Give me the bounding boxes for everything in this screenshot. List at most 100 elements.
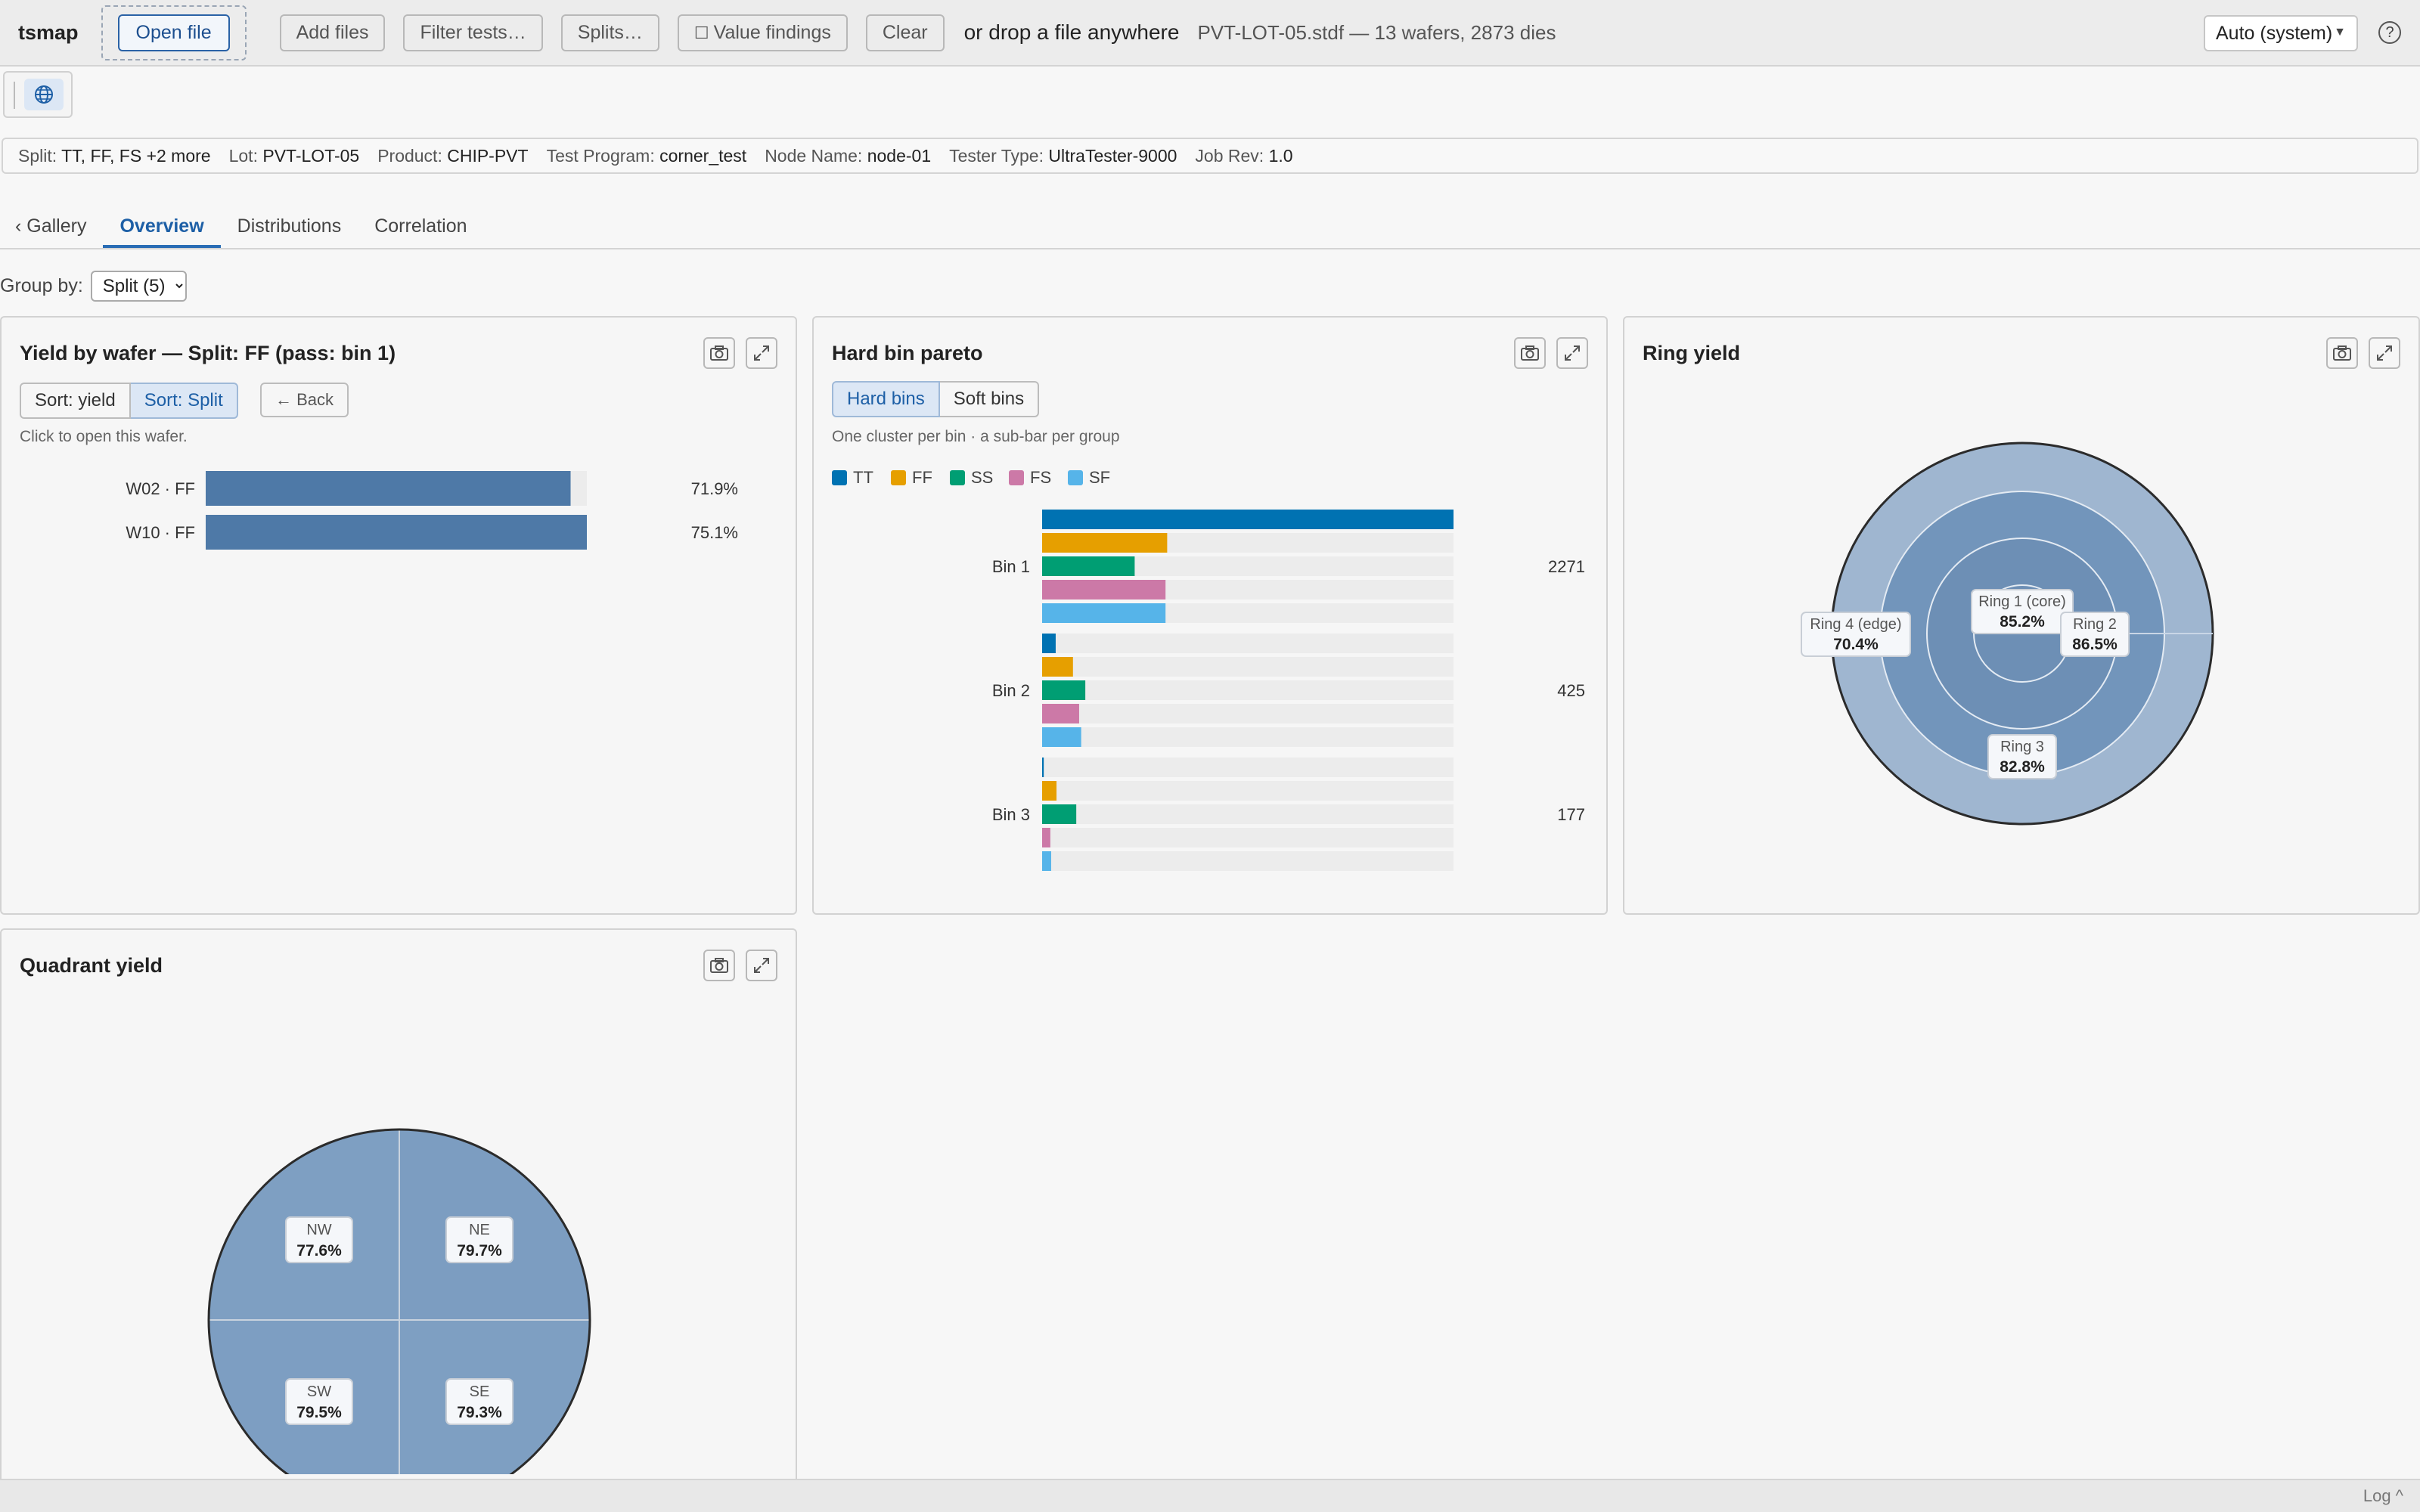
pareto-sub-bar: [1042, 851, 1051, 871]
ring-value-label: 85.2%: [2000, 613, 2045, 631]
panel-hint: Click to open this wafer.: [20, 428, 188, 445]
legend-label: SF: [1089, 468, 1110, 487]
wafer-yield-bar[interactable]: [206, 515, 587, 550]
view-strip: [3, 71, 73, 118]
bar-track: [1042, 634, 1454, 653]
soft-bins-button[interactable]: Soft bins: [939, 381, 1040, 417]
pareto-sub-bar: [1042, 634, 1056, 653]
meta-lot: Lot: PVT-LOT-05: [229, 146, 360, 166]
wafer-yield-bar[interactable]: [206, 471, 571, 506]
group-by-select[interactable]: Split (5): [90, 271, 187, 302]
bin-label: Bin 1: [992, 557, 1030, 576]
add-files-button[interactable]: Add files: [279, 14, 386, 51]
ring-value-label: 86.5%: [2072, 636, 2118, 653]
legend-swatch: [891, 470, 906, 485]
tab-distributions[interactable]: Distributions: [221, 215, 358, 248]
bar-track: [1042, 804, 1454, 824]
expand-icon[interactable]: [746, 337, 777, 369]
status-bar: Log ^: [0, 1479, 2420, 1512]
meta-value: 1.0: [1268, 145, 1293, 166]
log-toggle[interactable]: Log ^: [2363, 1486, 2403, 1506]
quadrant-value-label: 79.7%: [457, 1242, 502, 1259]
expand-icon[interactable]: [1556, 337, 1588, 369]
expand-icon[interactable]: [746, 950, 777, 981]
app-name: tsmap: [18, 20, 79, 44]
help-icon[interactable]: ?: [2378, 21, 2401, 44]
tab-correlation[interactable]: Correlation: [358, 215, 483, 248]
expand-icon[interactable]: [2369, 337, 2400, 369]
panel-title: Hard bin pareto: [832, 342, 983, 364]
ring-yield-panel: Ring yield Ring 1 (core) 85.2% Ring 2 86.5%…: [1623, 316, 2420, 915]
bin-label: Bin 2: [992, 681, 1030, 700]
hard-bin-pareto-panel: Hard bin pareto Hard bins Soft bins One …: [812, 316, 1608, 915]
camera-icon[interactable]: [1514, 337, 1546, 369]
bin-total-label: 2271: [1548, 557, 1585, 576]
hard-bin-pareto-chart: TT FF SS FS SF Bin 1 2271 Bin 2 425 Bin 3 177: [832, 468, 1585, 871]
meta-key: Tester Type:: [949, 145, 1044, 166]
pareto-sub-bar: [1042, 533, 1168, 553]
panel-tools: [1514, 337, 1588, 369]
quadrant-name-label: SW: [307, 1383, 331, 1400]
splits-button[interactable]: Splits…: [560, 14, 659, 51]
filter-tests-button[interactable]: Filter tests…: [403, 14, 543, 51]
bar-track: [1042, 758, 1454, 777]
wafer-label: W02 · FF: [126, 479, 195, 498]
panel-tools: [703, 950, 777, 981]
tab-gallery[interactable]: ‹ Gallery: [15, 215, 103, 248]
clear-button[interactable]: Clear: [865, 14, 945, 51]
ring-name-label: Ring 3: [2000, 739, 2044, 755]
panel-tools: [703, 337, 777, 369]
meta-key: Product:: [377, 145, 442, 166]
theme-select[interactable]: Auto (system) ▼: [2204, 15, 2358, 51]
value-findings-toggle[interactable]: ☐ Value findings: [677, 14, 848, 51]
panel-title: Quadrant yield: [20, 954, 163, 977]
open-file-button[interactable]: Open file: [117, 14, 230, 51]
legend-label: TT: [853, 468, 873, 487]
camera-icon[interactable]: [2326, 337, 2358, 369]
bin-total-label: 425: [1557, 681, 1585, 700]
bar-track: [1042, 680, 1454, 700]
quadrant-name-label: NW: [306, 1222, 331, 1238]
back-button[interactable]: ← Back: [260, 383, 349, 417]
pareto-sub-bar: [1042, 828, 1050, 847]
meta-value: corner_test: [659, 145, 747, 166]
group-by-label: Group by:: [0, 275, 83, 296]
meta-value: UltraTester-9000: [1048, 145, 1177, 166]
bar-track: [1042, 851, 1454, 871]
panel-title: Ring yield: [1643, 342, 1741, 364]
bin-label: Bin 3: [992, 805, 1030, 824]
legend-swatch: [1009, 470, 1024, 485]
yield-value-label: 75.1%: [691, 523, 738, 542]
quadrant-value-label: 77.6%: [296, 1242, 342, 1259]
file-info: PVT-LOT-05.stdf — 13 wafers, 2873 dies: [1197, 20, 1556, 44]
hard-bins-button[interactable]: Hard bins: [832, 381, 940, 417]
drop-hint: or drop a file anywhere: [963, 20, 1180, 44]
bar-track: [1042, 828, 1454, 847]
camera-icon[interactable]: [703, 950, 735, 981]
legend-swatch: [1068, 470, 1083, 485]
wafer-view-button[interactable]: [24, 79, 64, 110]
tab-overview[interactable]: Overview: [103, 215, 221, 248]
pareto-sub-bar: [1042, 657, 1073, 677]
sort-yield-button[interactable]: Sort: yield: [20, 383, 131, 419]
meta-key: Test Program:: [546, 145, 655, 166]
ring-name-label: Ring 4 (edge): [1810, 616, 1901, 633]
camera-icon[interactable]: [703, 337, 735, 369]
top-toolbar: tsmap Open file Add files Filter tests… …: [0, 0, 2420, 67]
meta-value: TT, FF, FS +2 more: [61, 145, 211, 166]
panel-tools: [2326, 337, 2400, 369]
bin-total-label: 177: [1557, 805, 1585, 824]
wafer-label: W10 · FF: [126, 523, 195, 542]
globe-icon: [35, 85, 53, 104]
open-file-zone: Open file: [101, 5, 247, 60]
legend-swatch: [950, 470, 965, 485]
ring-value-label: 82.8%: [2000, 758, 2045, 776]
bar-track: [1042, 727, 1454, 747]
meta-value: node-01: [867, 145, 932, 166]
ring-name-label: Ring 1 (core): [1978, 593, 2066, 610]
value-findings-label: Value findings: [713, 21, 831, 43]
ring-name-label: Ring 2: [2073, 616, 2117, 633]
meta-value: CHIP-PVT: [447, 145, 529, 166]
sort-split-button[interactable]: Sort: Split: [130, 383, 238, 419]
meta-key: Lot:: [228, 145, 258, 166]
